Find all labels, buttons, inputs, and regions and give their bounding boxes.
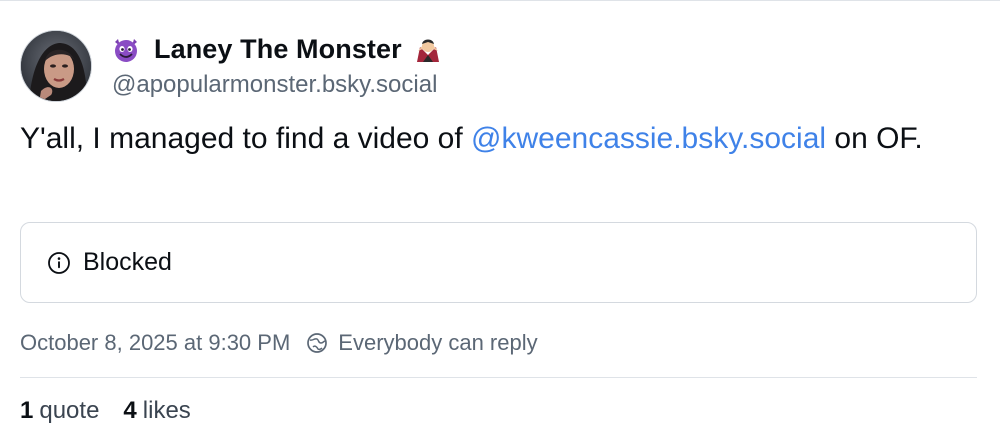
post-text-part: Y'all, I managed to find a video of [20,122,472,155]
quotes-count: 1 [20,397,34,424]
quotes-label: quote [39,397,100,424]
blocked-embed[interactable]: Blocked [20,222,977,303]
likes-count: 4 [123,397,137,424]
info-circle-icon [47,251,71,275]
post-meta: October 8, 2025 at 9:30 PM Everybody can… [20,327,538,359]
smiling-devil-emoji-icon [112,35,140,63]
likes-stat[interactable]: 4 likes [123,397,190,425]
post-card: Laney The Monster @apopularmonster.bsky.… [0,0,1000,441]
vampire-emoji-icon [414,35,442,63]
post-text-part: on OF. [826,122,923,155]
likes-label: likes [142,397,191,424]
reply-setting[interactable]: Everybody can reply [338,330,537,356]
quotes-stat[interactable]: 1 quote [20,397,99,425]
divider [20,377,977,378]
avatar[interactable] [20,30,92,102]
post-text: Y'all, I managed to find a video of @kwe… [20,119,970,159]
post-timestamp[interactable]: October 8, 2025 at 9:30 PM [20,330,290,356]
blocked-label: Blocked [83,248,172,276]
post-stats: 1 quote 4 likes [20,394,191,428]
mention-link[interactable]: @kweencassie.bsky.social [471,122,826,155]
author-handle[interactable]: @apopularmonster.bsky.social [112,71,437,99]
author-display-name[interactable]: Laney The Monster [154,34,402,65]
globe-icon [306,332,328,354]
author-line[interactable]: Laney The Monster [112,31,442,67]
